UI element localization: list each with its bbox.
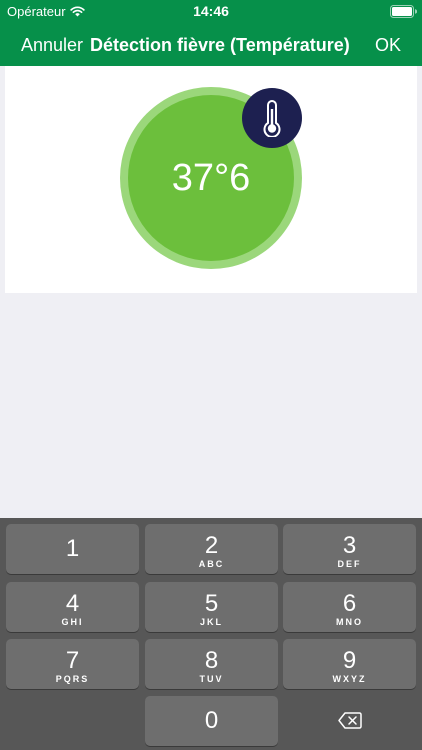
key-digit: 2 [204, 532, 219, 559]
key-digit: 5 [204, 590, 219, 617]
key-0[interactable]: 0 [145, 696, 278, 746]
key-1[interactable]: 1 [6, 524, 139, 574]
key-9[interactable]: 9 WXYZ [283, 639, 416, 689]
page-title: Détection fièvre (Température) [90, 35, 350, 55]
key-digit: 9 [342, 647, 357, 674]
key-5[interactable]: 5 JKL [145, 582, 278, 632]
key-digit: 7 [65, 647, 80, 674]
key-4[interactable]: 4 GHI [6, 582, 139, 632]
key-digit: 6 [342, 590, 357, 617]
key-letters: PQRS [55, 674, 90, 684]
key-digit: 4 [65, 590, 80, 617]
backspace-icon [338, 712, 362, 729]
key-digit: 3 [342, 532, 357, 559]
ok-button[interactable]: OK [375, 34, 401, 56]
status-bar: Opérateur 14:46 [0, 0, 422, 24]
key-letters: WXYZ [332, 674, 367, 684]
key-digit: 8 [204, 647, 219, 674]
key-digit: 1 [65, 535, 80, 562]
key-letters: TUV [199, 674, 224, 684]
thermometer-icon [263, 100, 281, 137]
key-letters: ABC [198, 559, 225, 569]
key-7[interactable]: 7 PQRS [6, 639, 139, 689]
status-time: 14:46 [193, 3, 229, 19]
delete-key[interactable] [283, 696, 416, 746]
navigation-bar: Annuler Détection fièvre (Température) O… [0, 24, 422, 66]
key-digit: 0 [204, 707, 219, 734]
battery-icon [390, 5, 417, 18]
key-2[interactable]: 2 ABC [145, 524, 278, 574]
key-letters: DEF [337, 559, 362, 569]
key-letters: MNO [336, 617, 363, 627]
key-3[interactable]: 3 DEF [283, 524, 416, 574]
cancel-button[interactable]: Annuler [21, 34, 83, 56]
thermometer-badge [242, 88, 302, 148]
key-8[interactable]: 8 TUV [145, 639, 278, 689]
key-letters: GHI [61, 617, 84, 627]
key-letters: JKL [199, 617, 223, 627]
temperature-card: 37°6 [5, 66, 417, 293]
key-6[interactable]: 6 MNO [283, 582, 416, 632]
numeric-keypad: 1 2 ABC 3 DEF 4 GHI 5 JKL 6 MNO 7 PQRS 8… [0, 518, 422, 750]
